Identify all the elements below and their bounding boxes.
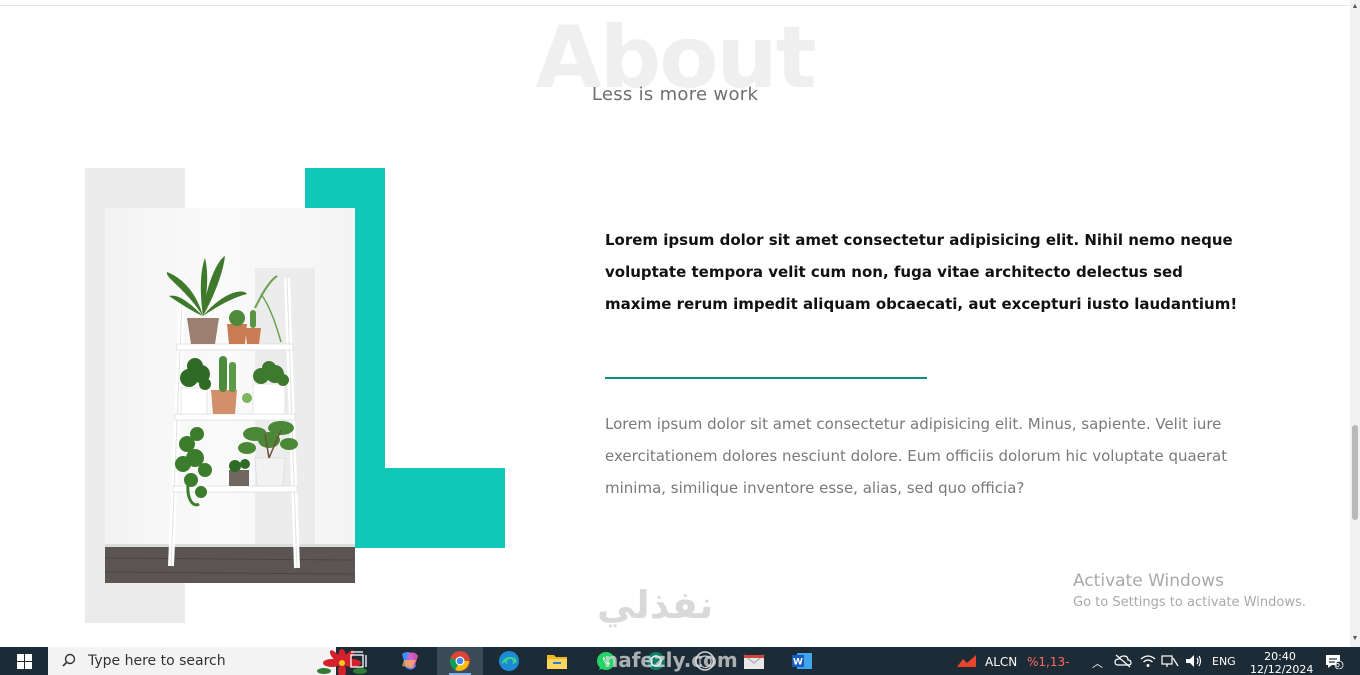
cloud-sync-icon[interactable] (1114, 654, 1132, 668)
task-view-icon[interactable] (348, 650, 372, 672)
notification-count-badge: 6 (1335, 660, 1341, 669)
network-icon[interactable] (1161, 654, 1179, 668)
page: About Less is more work Lorem ipsum dolo… (0, 0, 1360, 675)
activate-windows-subtitle: Go to Settings to activate Windows. (1073, 595, 1306, 610)
nafezly-english-watermark: nafezly.com (604, 648, 738, 672)
stock-chart-icon[interactable] (956, 653, 978, 669)
top-border (0, 5, 1350, 6)
clock-time: 20:40 (1264, 650, 1296, 663)
taskbar-search-box[interactable]: Type here to search (48, 647, 367, 675)
activate-windows-watermark: Activate Windows Go to Settings to activ… (1073, 570, 1306, 614)
taskbar-clock[interactable]: 20:40 12/12/2024 (1250, 650, 1314, 675)
activate-windows-title: Activate Windows (1073, 571, 1224, 591)
notifications-icon[interactable] (1324, 653, 1344, 669)
stock-change[interactable]: %1,13- (1027, 655, 1069, 669)
svg-text:W: W (793, 658, 803, 668)
scroll-thumb[interactable] (1352, 425, 1358, 520)
section-divider (605, 377, 927, 379)
plants-shelf-photo (105, 208, 355, 583)
lead-paragraph: Lorem ipsum dolor sit amet consectetur a… (605, 231, 1238, 313)
vertical-scrollbar[interactable]: ▲ ▼ (1350, 0, 1360, 647)
section-subtitle: Less is more work (591, 84, 759, 105)
body-paragraph: Lorem ipsum dolor sit amet consectetur a… (605, 415, 1228, 497)
show-hidden-icons-chevron-icon[interactable]: ︿ (1092, 655, 1103, 671)
nafezly-arabic-watermark: نفذلي (597, 583, 714, 627)
language-indicator[interactable]: ENG (1212, 655, 1236, 668)
scroll-up-arrow-icon[interactable]: ▲ (1350, 2, 1360, 12)
wifi-icon[interactable] (1140, 654, 1156, 668)
edge-icon[interactable] (497, 650, 521, 672)
stock-symbol[interactable]: ALCN (985, 655, 1017, 669)
word-icon[interactable]: W (790, 650, 814, 672)
file-explorer-icon[interactable] (545, 650, 569, 672)
windows-start-icon[interactable] (0, 647, 48, 675)
chrome-icon[interactable] (448, 650, 472, 672)
scroll-down-arrow-icon[interactable]: ▼ (1350, 634, 1360, 644)
copilot-icon[interactable] (398, 650, 422, 672)
search-icon (62, 653, 76, 667)
volume-icon[interactable] (1185, 654, 1203, 668)
plants-shelf-illustration (105, 256, 355, 583)
taskbar-search-placeholder: Type here to search (88, 653, 226, 669)
mail-icon[interactable] (742, 650, 766, 672)
clock-date: 12/12/2024 (1250, 663, 1314, 675)
